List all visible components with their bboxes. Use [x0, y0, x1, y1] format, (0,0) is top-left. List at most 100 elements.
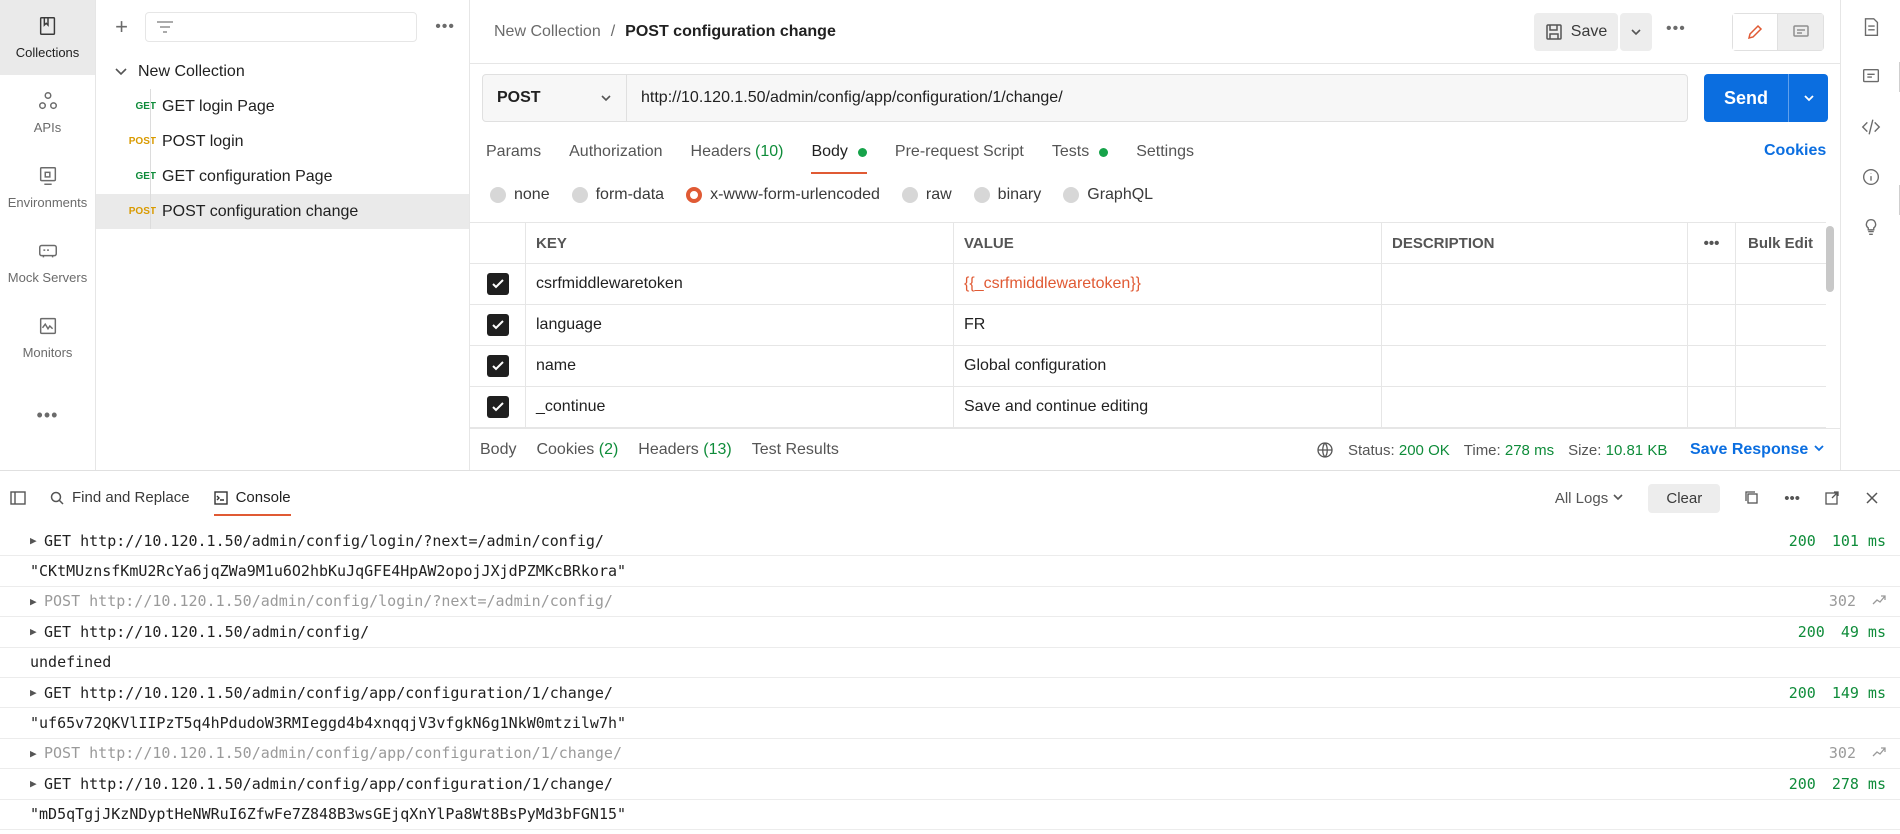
find-replace-button[interactable]: Find and Replace — [50, 489, 190, 506]
tab-tests[interactable]: Tests — [1052, 132, 1109, 172]
console-more-icon[interactable]: ••• — [1784, 490, 1800, 507]
status-value[interactable]: 200 OK — [1399, 442, 1450, 459]
description-cell[interactable] — [1382, 305, 1688, 345]
tree-item-post-login[interactable]: POST POST login — [96, 124, 469, 159]
comments-mode-button[interactable] — [1778, 14, 1823, 50]
apis-icon — [38, 92, 57, 110]
toggle-sidebar-button[interactable] — [10, 490, 26, 505]
scrollbar[interactable] — [1826, 226, 1834, 292]
size-value[interactable]: 10.81 KB — [1606, 442, 1668, 459]
checkbox[interactable] — [486, 314, 509, 336]
key-cell[interactable]: name — [526, 346, 954, 386]
key-cell[interactable]: csrfmiddlewaretoken — [526, 264, 954, 304]
expand-triangle-icon[interactable]: ▶ — [30, 534, 37, 547]
nav-apis[interactable]: APIs — [0, 75, 95, 150]
lightbulb-icon[interactable] — [1860, 216, 1882, 238]
edit-mode-button[interactable] — [1733, 14, 1779, 50]
log-request-row[interactable]: ▶ GET http://10.120.1.50/admin/config/app… — [0, 769, 1900, 800]
log-request-row[interactable]: ▶ POST http://10.120.1.50/admin/config/ap… — [0, 739, 1900, 770]
page-title[interactable]: POST configuration change — [625, 23, 836, 41]
more-options-icon[interactable]: ••• — [1666, 20, 1686, 38]
tab-prerequest-script[interactable]: Pre-request Script — [895, 132, 1024, 172]
expand-triangle-icon[interactable]: ▶ — [30, 625, 37, 638]
checkbox[interactable] — [486, 273, 509, 295]
sidebar-more-icon[interactable]: ••• — [435, 18, 455, 36]
tab-body[interactable]: Body — [811, 132, 868, 174]
save-response-button[interactable]: Save Response — [1690, 441, 1825, 459]
expand-triangle-icon[interactable]: ▶ — [30, 686, 37, 699]
radio-graphql[interactable]: GraphQL — [1063, 186, 1153, 204]
console-tab[interactable]: Console — [213, 489, 291, 516]
more-icon[interactable]: ••• — [0, 385, 95, 445]
code-icon[interactable] — [1860, 116, 1882, 138]
nav-mock-servers[interactable]: Mock Servers — [0, 225, 95, 300]
description-cell[interactable] — [1382, 346, 1688, 386]
log-request-row[interactable]: ▶ GET http://10.120.1.50/admin/config/app… — [0, 678, 1900, 709]
console-label: Console — [235, 489, 291, 506]
log-request-row[interactable]: ▶ GET http://10.120.1.50/admin/config/200… — [0, 617, 1900, 648]
tab-headers[interactable]: Headers (10) — [691, 132, 784, 172]
tree-item-get-configuration-page[interactable]: GET GET configuration Page — [96, 159, 469, 194]
url-input[interactable]: http://10.120.1.50/admin/config/app/conf… — [627, 89, 1063, 107]
tab-settings[interactable]: Settings — [1136, 132, 1194, 172]
comments-icon[interactable] — [1860, 66, 1882, 88]
close-icon[interactable] — [1864, 490, 1880, 506]
checkbox[interactable] — [486, 355, 509, 377]
table-more-icon[interactable]: ••• — [1688, 223, 1736, 263]
key-cell[interactable]: _continue — [526, 387, 954, 427]
tree-item-get-login-page[interactable]: GET GET login Page — [96, 89, 469, 124]
expand-triangle-icon[interactable]: ▶ — [30, 747, 37, 760]
response-tab-headers[interactable]: Headers (13) — [638, 441, 731, 459]
add-collection-button[interactable]: + — [110, 14, 133, 39]
checkbox[interactable] — [486, 396, 509, 418]
collection-row[interactable]: New Collection — [96, 54, 469, 89]
breadcrumb-parent[interactable]: New Collection — [494, 23, 601, 41]
nav-collections[interactable]: Collections — [0, 0, 95, 75]
method-value: POST — [497, 89, 541, 106]
save-button[interactable]: Save — [1534, 13, 1618, 51]
radio-label: x-www-form-urlencoded — [710, 186, 880, 203]
value-cell[interactable]: FR — [954, 305, 1382, 345]
value-cell[interactable]: Global configuration — [954, 346, 1382, 386]
clear-button[interactable]: Clear — [1648, 483, 1721, 513]
response-tab-body[interactable]: Body — [480, 441, 516, 459]
chevron-down-icon — [601, 95, 611, 102]
key-cell[interactable]: language — [526, 305, 954, 345]
tree-item-post-configuration-change[interactable]: POST POST configuration change — [96, 194, 469, 229]
nav-monitors[interactable]: Monitors — [0, 300, 95, 375]
documentation-icon[interactable] — [1860, 16, 1882, 38]
radio-none[interactable]: none — [490, 186, 550, 204]
radio-form-data[interactable]: form-data — [571, 186, 664, 204]
radio-binary[interactable]: binary — [973, 186, 1041, 204]
copy-icon[interactable] — [1744, 490, 1760, 506]
popout-icon[interactable] — [1824, 490, 1840, 506]
save-options-button[interactable] — [1620, 13, 1652, 51]
check-icon — [491, 279, 504, 289]
expand-triangle-icon[interactable]: ▶ — [30, 595, 37, 608]
filter-input[interactable] — [145, 12, 418, 42]
send-button[interactable]: Send — [1704, 74, 1828, 122]
description-cell[interactable] — [1382, 264, 1688, 304]
value-cell[interactable]: Save and continue editing — [954, 387, 1382, 427]
globe-icon[interactable] — [1316, 441, 1334, 459]
tab-params[interactable]: Params — [486, 132, 541, 172]
table-row: csrfmiddlewaretoken {{_csrfmiddlewaretok… — [470, 264, 1826, 305]
cookies-link[interactable]: Cookies — [1764, 142, 1826, 160]
bulk-edit-button[interactable]: Bulk Edit — [1736, 223, 1826, 263]
description-cell[interactable] — [1382, 387, 1688, 427]
log-request-row[interactable]: ▶ POST http://10.120.1.50/admin/config/lo… — [0, 587, 1900, 618]
send-options-button[interactable] — [1788, 74, 1828, 122]
tab-authorization[interactable]: Authorization — [569, 132, 662, 172]
value-cell[interactable]: {{_csrfmiddlewaretoken}} — [954, 264, 1382, 304]
all-logs-dropdown[interactable]: All Logs — [1555, 490, 1625, 507]
method-select[interactable]: POST — [483, 75, 627, 121]
response-tab-test-results[interactable]: Test Results — [752, 441, 839, 459]
radio-x-www-form-urlencoded[interactable]: x-www-form-urlencoded — [686, 186, 880, 204]
time-value[interactable]: 278 ms — [1505, 442, 1554, 459]
log-request-row[interactable]: ▶ GET http://10.120.1.50/admin/config/log… — [0, 526, 1900, 557]
nav-environments[interactable]: Environments — [0, 150, 95, 225]
info-icon[interactable] — [1860, 166, 1882, 188]
response-tab-cookies[interactable]: Cookies (2) — [536, 441, 618, 459]
radio-raw[interactable]: raw — [901, 186, 952, 204]
expand-triangle-icon[interactable]: ▶ — [30, 777, 37, 790]
